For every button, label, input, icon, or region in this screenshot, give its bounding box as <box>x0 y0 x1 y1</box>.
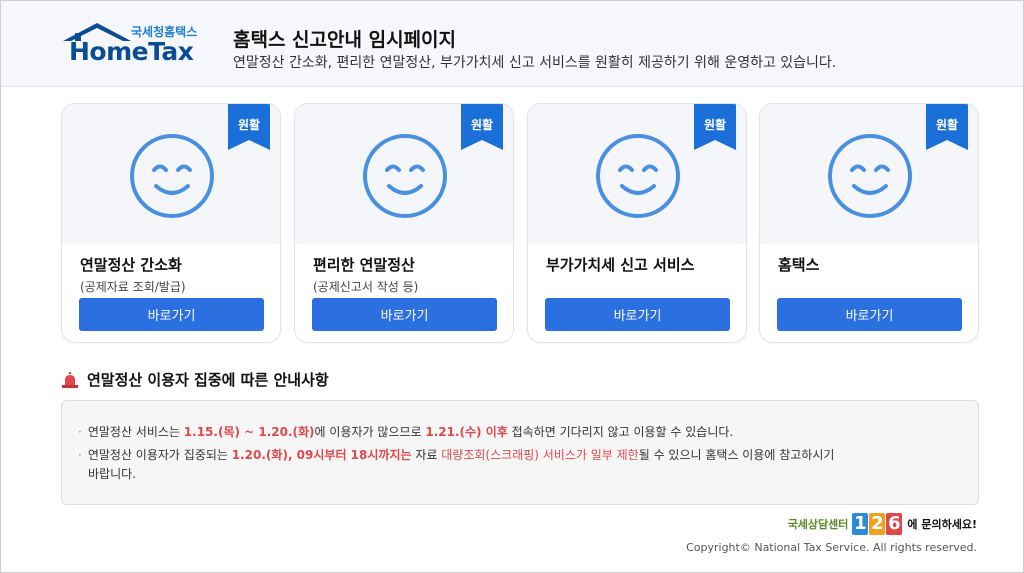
card-title: 연말정산 간소화 <box>80 256 182 274</box>
call-center-number: 1 2 6 <box>852 513 903 535</box>
card-image-area: 원활 <box>295 104 513 244</box>
status-badge: 원활 <box>703 118 727 132</box>
bullet: · <box>78 425 82 439</box>
notice-item-continued: 바랍니다. <box>88 467 136 481</box>
status-badge: 원활 <box>237 118 261 132</box>
card-description: (공제신고서 작성 등) <box>313 280 419 294</box>
smiley-icon <box>596 134 680 218</box>
notice-text: 접속하면 기다리지 않고 이용할 수 있습니다. <box>507 425 734 439</box>
card-image-area: 원활 <box>62 104 280 244</box>
smiley-icon <box>363 134 447 218</box>
go-button[interactable]: 바로가기 <box>79 298 264 331</box>
notice-text: 에 이용자가 많으므로 <box>314 425 426 439</box>
notice-text: 연말정산 서비스는 <box>87 425 184 439</box>
notice-text: 연말정산 이용자가 집중되는 <box>87 448 232 462</box>
notice-box: · 연말정산 서비스는 1.15.(목) ~ 1.20.(화)에 이용자가 많으므… <box>61 400 979 505</box>
call-center-text: 에 문의하세요! <box>907 518 977 531</box>
call-digit: 1 <box>852 513 869 535</box>
card-description: (공제자료 조회/발급) <box>80 280 186 294</box>
page-title: 홈택스 신고안내 임시페이지 <box>233 29 456 51</box>
notice-highlight: 1.20.(화), 09시부터 18시까지는 <box>231 448 412 462</box>
page-subtitle: 연말정산 간소화, 편리한 연말정산, 부가가치세 신고 서비스를 원활히 제공… <box>233 55 837 71</box>
service-card-hometax: 원활 홈택스 바로가기 <box>759 103 979 343</box>
hometax-logo[interactable]: 국세청홈택스 HomeTax <box>61 19 211 69</box>
go-button[interactable]: 바로가기 <box>777 298 962 331</box>
call-digit: 2 <box>869 513 886 535</box>
status-badge: 원활 <box>470 118 494 132</box>
notice-text: 될 수 있으니 홈택스 이용에 참고하시기 <box>638 448 835 462</box>
card-title: 홈택스 <box>778 256 820 274</box>
notice-highlight: 대량조회(스크래핑) 서비스가 일부 제한 <box>441 448 639 462</box>
logo-text: HomeTax <box>69 37 194 66</box>
notice-heading: 연말정산 이용자 집중에 따른 안내사항 <box>61 369 329 390</box>
call-center-label: 국세상담센터 <box>787 518 849 531</box>
call-center-banner: 국세상담센터 1 2 6 에 문의하세요! <box>788 513 977 535</box>
smiley-icon <box>130 134 214 218</box>
notice-title: 연말정산 이용자 집중에 따른 안내사항 <box>87 371 329 389</box>
card-image-area: 원활 <box>528 104 746 244</box>
bullet: · <box>78 448 82 462</box>
service-card-year-end-simplified: 원활 연말정산 간소화 (공제자료 조회/발급) 바로가기 <box>61 103 281 343</box>
siren-icon <box>62 371 78 388</box>
go-button[interactable]: 바로가기 <box>312 298 497 331</box>
card-image-area: 원활 <box>760 104 978 244</box>
card-title: 편리한 연말정산 <box>313 256 415 274</box>
notice-item: · 연말정산 서비스는 1.15.(목) ~ 1.20.(화)에 이용자가 많으므… <box>78 423 733 441</box>
notice-item: · 연말정산 이용자가 집중되는 1.20.(화), 09시부터 18시까지는 자… <box>78 446 958 464</box>
call-digit: 6 <box>886 513 903 535</box>
page-header: 국세청홈택스 HomeTax 홈택스 신고안내 임시페이지 연말정산 간소화, … <box>1 1 1023 87</box>
card-title: 부가가치세 신고 서비스 <box>546 256 695 274</box>
notice-text: 자료 <box>411 448 442 462</box>
go-button[interactable]: 바로가기 <box>545 298 730 331</box>
service-card-vat-report: 원활 부가가치세 신고 서비스 바로가기 <box>527 103 747 343</box>
notice-highlight: 1.15.(목) ~ 1.20.(화) <box>183 425 315 439</box>
service-card-convenient-year-end: 원활 편리한 연말정산 (공제신고서 작성 등) 바로가기 <box>294 103 514 343</box>
copyright-text: Copyright© National Tax Service. All rig… <box>686 541 977 554</box>
notice-highlight: 1.21.(수) 이후 <box>425 425 508 439</box>
status-badge: 원활 <box>935 118 959 132</box>
smiley-icon <box>828 134 912 218</box>
